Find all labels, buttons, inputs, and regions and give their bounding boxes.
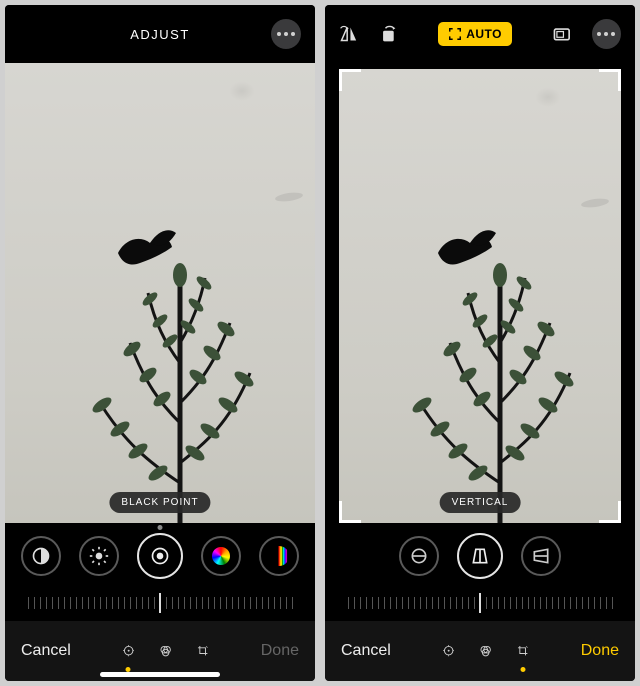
auto-frame-icon xyxy=(448,27,462,41)
brightness-icon xyxy=(89,546,109,566)
filters-mode-icon xyxy=(480,645,491,656)
mode-filters[interactable] xyxy=(480,638,491,664)
dial-vibrance[interactable] xyxy=(259,536,299,576)
adjust-slider[interactable] xyxy=(5,589,315,621)
slider-indicator xyxy=(159,593,161,613)
flip-horizontal-icon[interactable] xyxy=(339,24,359,44)
dial-straighten[interactable] xyxy=(399,536,439,576)
phone-crop: AUTO xyxy=(325,5,635,681)
slider-indicator xyxy=(479,593,481,613)
more-button[interactable] xyxy=(592,19,621,49)
more-button[interactable] xyxy=(271,19,301,49)
mode-filters[interactable] xyxy=(160,638,171,664)
adjust-dials xyxy=(5,523,315,589)
done-button[interactable]: Done xyxy=(261,642,299,660)
vibrance-icon xyxy=(269,546,289,566)
dial-horizontal[interactable] xyxy=(521,536,561,576)
crop-slider[interactable] xyxy=(325,589,635,621)
crop-dials xyxy=(325,523,635,589)
photo-preview-crop[interactable]: VERTICAL xyxy=(339,69,621,523)
straighten-icon xyxy=(409,546,429,566)
crop-mode-icon xyxy=(197,645,208,656)
mode-adjust[interactable] xyxy=(443,638,454,664)
topbar-title: ADJUST xyxy=(130,27,190,42)
photo-preview[interactable]: BLACK POINT xyxy=(5,63,315,523)
contrast-icon xyxy=(31,546,51,566)
rotate-icon[interactable] xyxy=(379,24,399,44)
crop-handle-bl[interactable] xyxy=(339,501,361,523)
filters-mode-icon xyxy=(160,645,171,656)
cancel-button[interactable]: Cancel xyxy=(21,642,71,660)
bottom-bar: Cancel Done xyxy=(325,621,635,681)
parameter-label: VERTICAL xyxy=(440,492,521,513)
mode-adjust[interactable] xyxy=(123,638,134,664)
photo-area: BLACK POINT xyxy=(5,63,315,523)
dial-contrast[interactable] xyxy=(21,536,61,576)
blackpoint-icon xyxy=(150,546,170,566)
mode-crop[interactable] xyxy=(517,638,528,664)
auto-button[interactable]: AUTO xyxy=(438,22,512,46)
dial-brightness[interactable] xyxy=(79,536,119,576)
crop-handle-br[interactable] xyxy=(599,501,621,523)
crop-mode-icon xyxy=(517,645,528,656)
crop-handle-tl[interactable] xyxy=(339,69,361,91)
dial-vertical[interactable] xyxy=(457,533,503,579)
photo-content-plant xyxy=(350,143,610,523)
adjust-mode-icon xyxy=(123,645,134,656)
vertical-perspective-icon xyxy=(470,546,490,566)
mode-crop[interactable] xyxy=(197,638,208,664)
dial-blackpoint[interactable] xyxy=(137,533,183,579)
photo-content-plant xyxy=(30,143,290,523)
topbar: ADJUST xyxy=(5,5,315,63)
home-indicator[interactable] xyxy=(100,672,220,677)
adjust-mode-icon xyxy=(443,645,454,656)
auto-label: AUTO xyxy=(466,27,502,41)
cancel-button[interactable]: Cancel xyxy=(341,642,391,660)
saturation-icon xyxy=(212,547,230,565)
photo-area: VERTICAL xyxy=(325,63,635,523)
aspect-ratio-icon[interactable] xyxy=(552,24,572,44)
crop-handle-tr[interactable] xyxy=(599,69,621,91)
dial-saturation[interactable] xyxy=(201,536,241,576)
done-button[interactable]: Done xyxy=(581,642,619,660)
parameter-label: BLACK POINT xyxy=(109,492,210,513)
phone-adjust: ADJUST xyxy=(5,5,315,681)
crop-topbar: AUTO xyxy=(325,5,635,63)
horizontal-perspective-icon xyxy=(531,546,551,566)
